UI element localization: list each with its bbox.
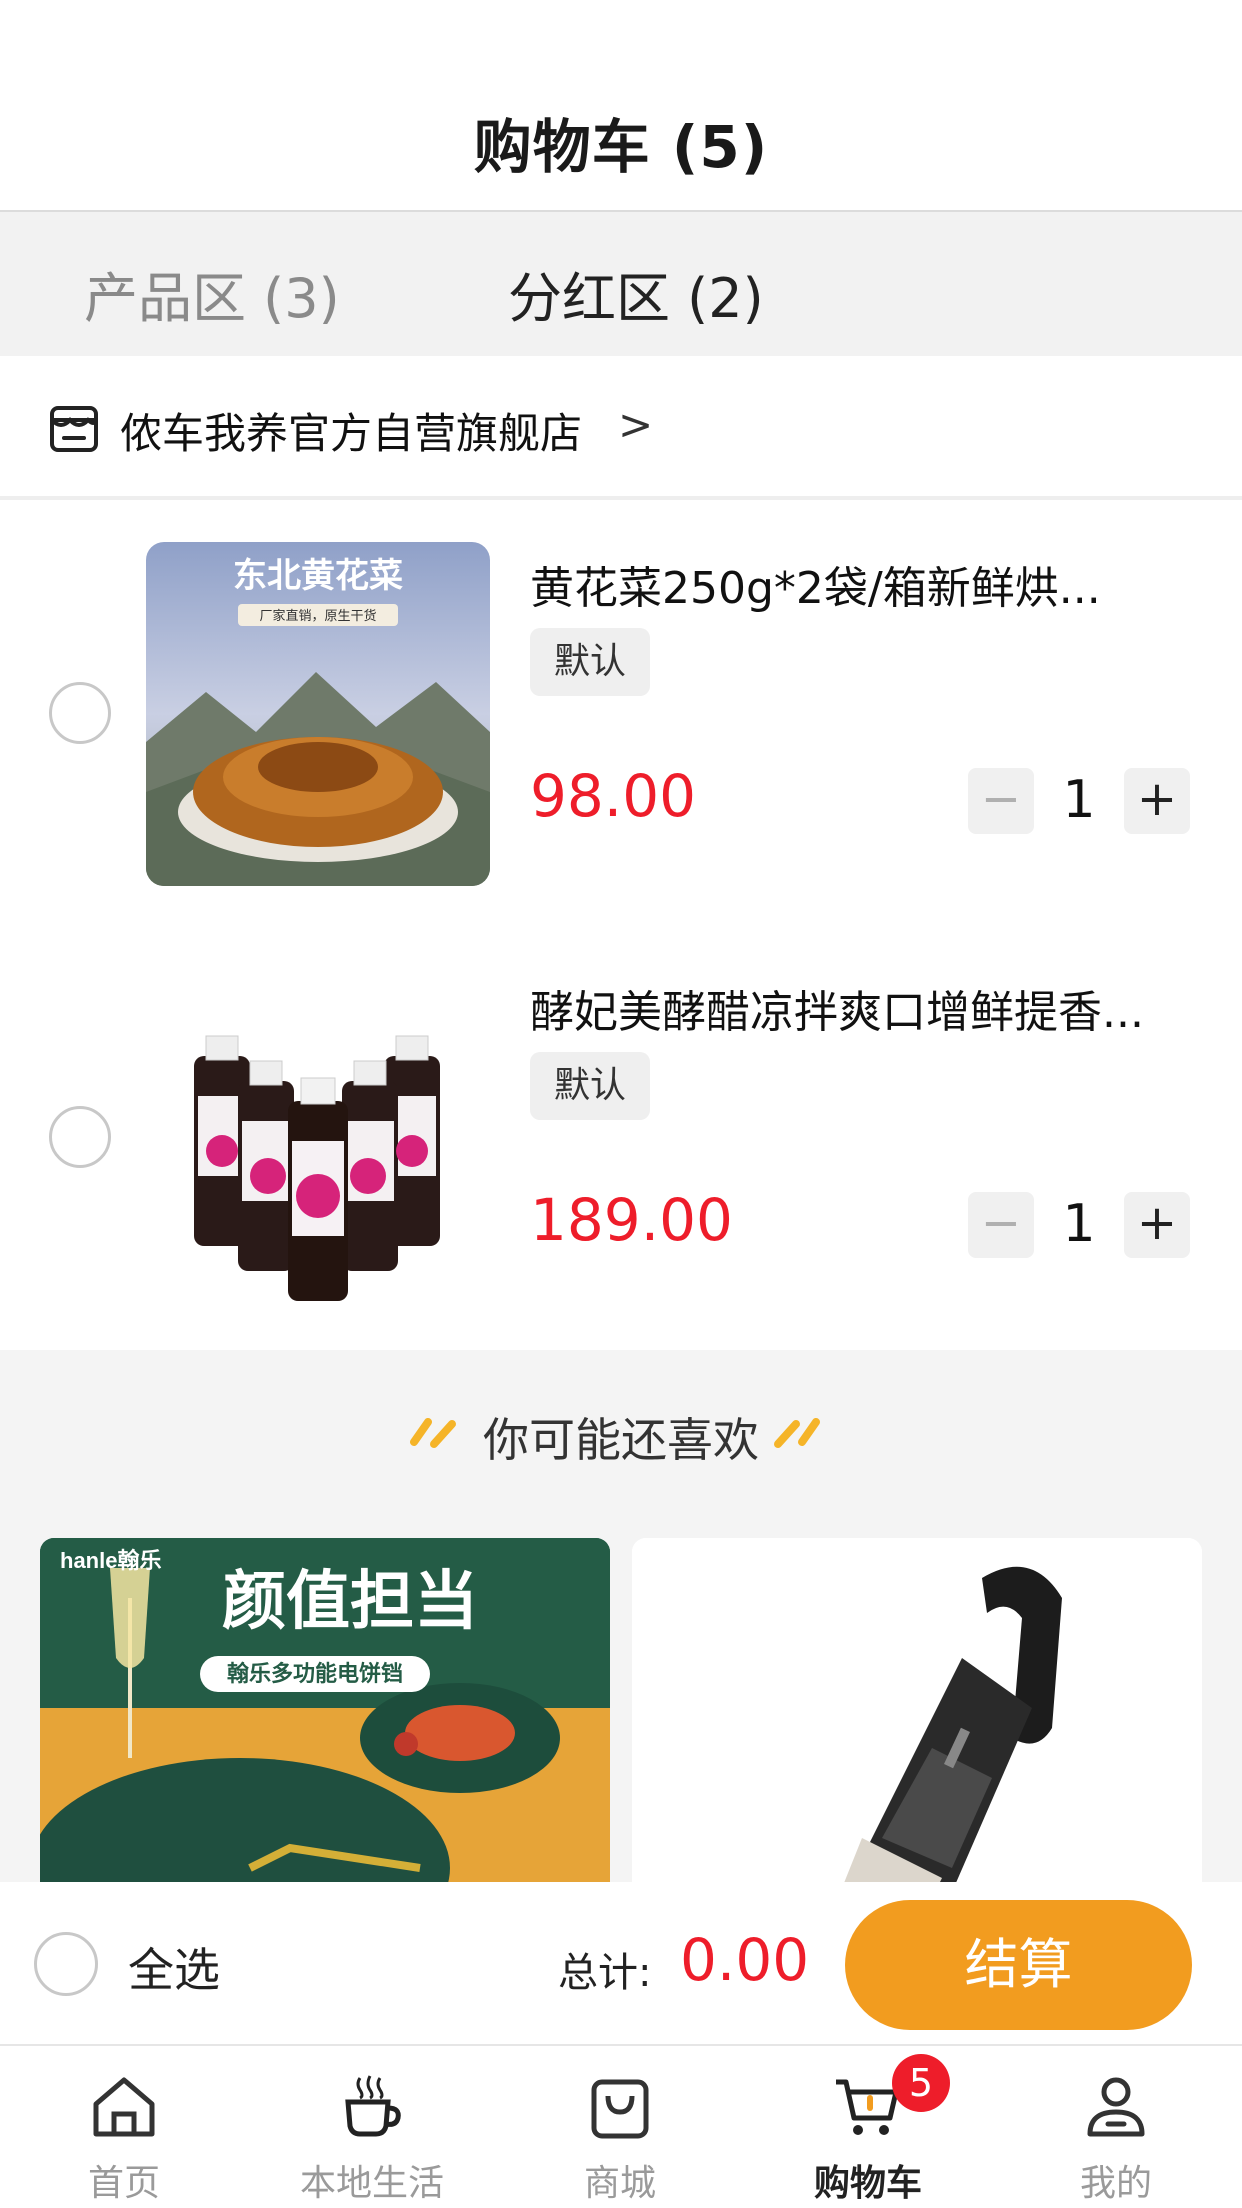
- cart-item: 酵妃美酵醋凉拌爽口增鲜提香... 默认 189.00 − 1 +: [0, 924, 1242, 1348]
- home-icon: [93, 2077, 155, 2137]
- tab-label: 我的: [1079, 2163, 1152, 2204]
- recommendations-section: 你可能还喜欢 hanle翰乐 颜值担当 翰乐多功能电饼铛: [0, 1350, 1242, 1882]
- quantity-decrease-button[interactable]: −: [968, 768, 1034, 834]
- page-title: 购物车 (5): [473, 113, 769, 181]
- decoration-icon: [774, 1418, 820, 1448]
- product-thumbnail[interactable]: 东北黄花菜 厂家直销，原生干货: [146, 542, 490, 886]
- tab-product-zone[interactable]: 产品区 (3): [84, 254, 340, 333]
- spec-tag[interactable]: 默认: [530, 1052, 651, 1120]
- tab-mine[interactable]: 我的: [992, 2046, 1240, 2208]
- tab-label: 商城: [583, 2163, 656, 2204]
- store-icon: [50, 406, 98, 452]
- svg-text:颜值担当: 颜值担当: [222, 1565, 478, 1639]
- quantity-increase-button[interactable]: +: [1124, 1192, 1190, 1258]
- cart-count-badge: 5: [892, 2054, 950, 2112]
- tab-cart[interactable]: 5 购物车: [744, 2046, 992, 2208]
- svg-text:翰乐多功能电饼铛: 翰乐多功能电饼铛: [227, 1661, 403, 1687]
- header: 购物车 (5): [0, 0, 1242, 212]
- shopping-bag-icon: [591, 2079, 649, 2139]
- quantity-value[interactable]: 1: [1034, 1194, 1124, 1254]
- total-amount: 0.00: [680, 1926, 810, 1994]
- svg-text:东北黄花菜: 东北黄花菜: [233, 556, 403, 596]
- quantity-decrease-button[interactable]: −: [968, 1192, 1034, 1258]
- recommended-product-card[interactable]: [632, 1538, 1202, 1882]
- tab-home[interactable]: 首页: [0, 2046, 248, 2208]
- cart-item: 东北黄花菜 厂家直销，原生干货 黄花菜250g*2袋/箱新鲜烘... 默认 98…: [0, 500, 1242, 924]
- item-select-radio[interactable]: [49, 1106, 111, 1168]
- store-name[interactable]: 侬车我养官方自营旗舰店: [120, 400, 582, 461]
- select-all-radio[interactable]: [34, 1932, 98, 1996]
- product-name[interactable]: 酵妃美酵醋凉拌爽口增鲜提香...: [530, 976, 1200, 1040]
- bottom-tab-bar: 首页 本地生活 商城 5 购物车 我的: [0, 2046, 1242, 2208]
- coffee-icon: [345, 2075, 401, 2137]
- svg-text:厂家直销，原生干货: 厂家直销，原生干货: [259, 608, 376, 624]
- zone-tabs: 产品区 (3) 分红区 (2): [0, 212, 1242, 356]
- recommendations-title: 你可能还喜欢: [483, 1413, 759, 1467]
- tab-label: 本地生活: [299, 2163, 444, 2204]
- quantity-value[interactable]: 1: [1034, 770, 1124, 830]
- svg-text:hanle翰乐: hanle翰乐: [60, 1548, 161, 1573]
- product-thumbnail[interactable]: [146, 966, 490, 1310]
- quantity-increase-button[interactable]: +: [1124, 768, 1190, 834]
- user-icon: [1087, 2077, 1145, 2137]
- checkout-bar: 全选 总计: 0.00 结算: [0, 1882, 1242, 2046]
- spec-tag[interactable]: 默认: [530, 628, 651, 696]
- item-select-radio[interactable]: [49, 682, 111, 744]
- select-all-label[interactable]: 全选: [128, 1934, 220, 2000]
- tab-mall[interactable]: 商城: [496, 2046, 744, 2208]
- product-price: 189.00: [530, 1186, 733, 1254]
- tab-label: 购物车: [813, 2163, 922, 2204]
- tab-local-life[interactable]: 本地生活: [248, 2046, 496, 2208]
- chevron-right-icon[interactable]: >: [618, 400, 653, 449]
- tab-label: 首页: [87, 2163, 160, 2204]
- store-row[interactable]: 侬车我养官方自营旗舰店 >: [0, 356, 1242, 500]
- checkout-button[interactable]: 结算: [845, 1900, 1192, 2030]
- tab-dividend-zone[interactable]: 分红区 (2): [508, 254, 764, 333]
- product-price: 98.00: [530, 762, 697, 830]
- recommended-product-card[interactable]: hanle翰乐 颜值担当 翰乐多功能电饼铛: [40, 1538, 610, 1882]
- total-label: 总计:: [558, 1950, 652, 1996]
- product-name[interactable]: 黄花菜250g*2袋/箱新鲜烘...: [530, 552, 1200, 616]
